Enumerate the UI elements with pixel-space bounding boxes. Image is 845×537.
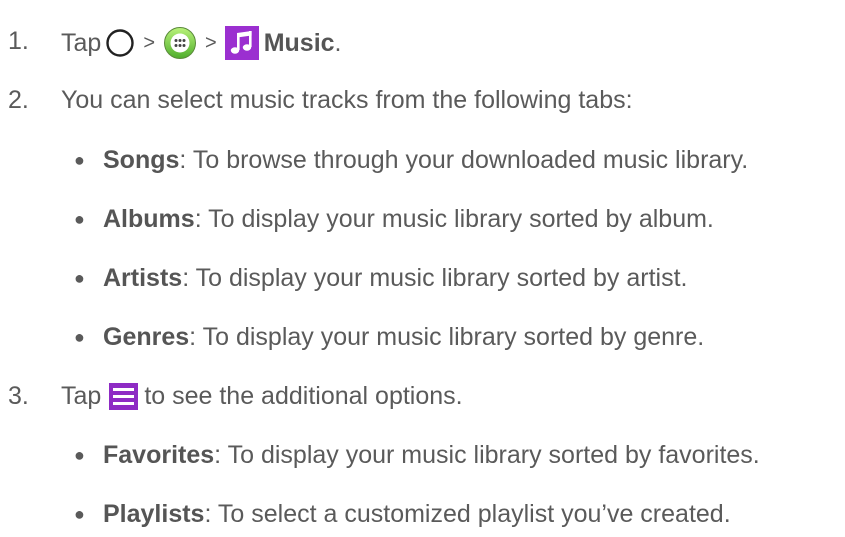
step-number: 3.: [8, 382, 29, 410]
bullet: ●: [74, 327, 85, 347]
bullet-term: Favorites: [103, 441, 215, 469]
step-2-text: You can select music tracks from the fol…: [61, 86, 633, 114]
bullet: ●: [74, 504, 85, 524]
step-3-text: Tap to see the additional options.: [61, 381, 463, 411]
bullet-desc: : To display your music library sorted b…: [182, 264, 688, 292]
home-icon: [106, 29, 135, 57]
bullet: ●: [74, 150, 85, 170]
step-3-rest: to see the additional options.: [144, 382, 463, 410]
bullet-term: Artists: [103, 264, 183, 292]
tap-label: Tap: [61, 382, 102, 410]
bullet-term: Albums: [103, 205, 195, 233]
music-app-icon: [224, 26, 259, 60]
bullet-desc: : To select a customized playlist you’ve…: [204, 500, 731, 528]
separator: >: [205, 32, 217, 54]
bullet-desc: : To display your music library sorted b…: [194, 205, 714, 233]
bullet-desc: : To display your music library sorted b…: [214, 441, 760, 469]
bullet-term: Genres: [103, 323, 190, 351]
step-number: 2.: [8, 86, 29, 114]
tap-label: Tap: [61, 29, 102, 57]
music-label: Music: [263, 29, 335, 57]
bullet: ●: [74, 268, 85, 288]
bullet-term: Songs: [103, 146, 180, 174]
bullet: ●: [74, 209, 85, 229]
step-number: 1.: [8, 27, 29, 55]
bullet-term: Playlists: [103, 500, 205, 528]
apps-icon: [164, 27, 196, 59]
period: .: [334, 29, 342, 57]
menu-icon: [109, 382, 139, 410]
bullet-desc: : To browse through your downloaded musi…: [179, 146, 749, 174]
bullet-desc: : To display your music library sorted b…: [189, 323, 705, 351]
separator: >: [143, 32, 155, 54]
bullet: ●: [74, 445, 85, 465]
step-1-text: Tap > > Music .: [61, 26, 342, 60]
